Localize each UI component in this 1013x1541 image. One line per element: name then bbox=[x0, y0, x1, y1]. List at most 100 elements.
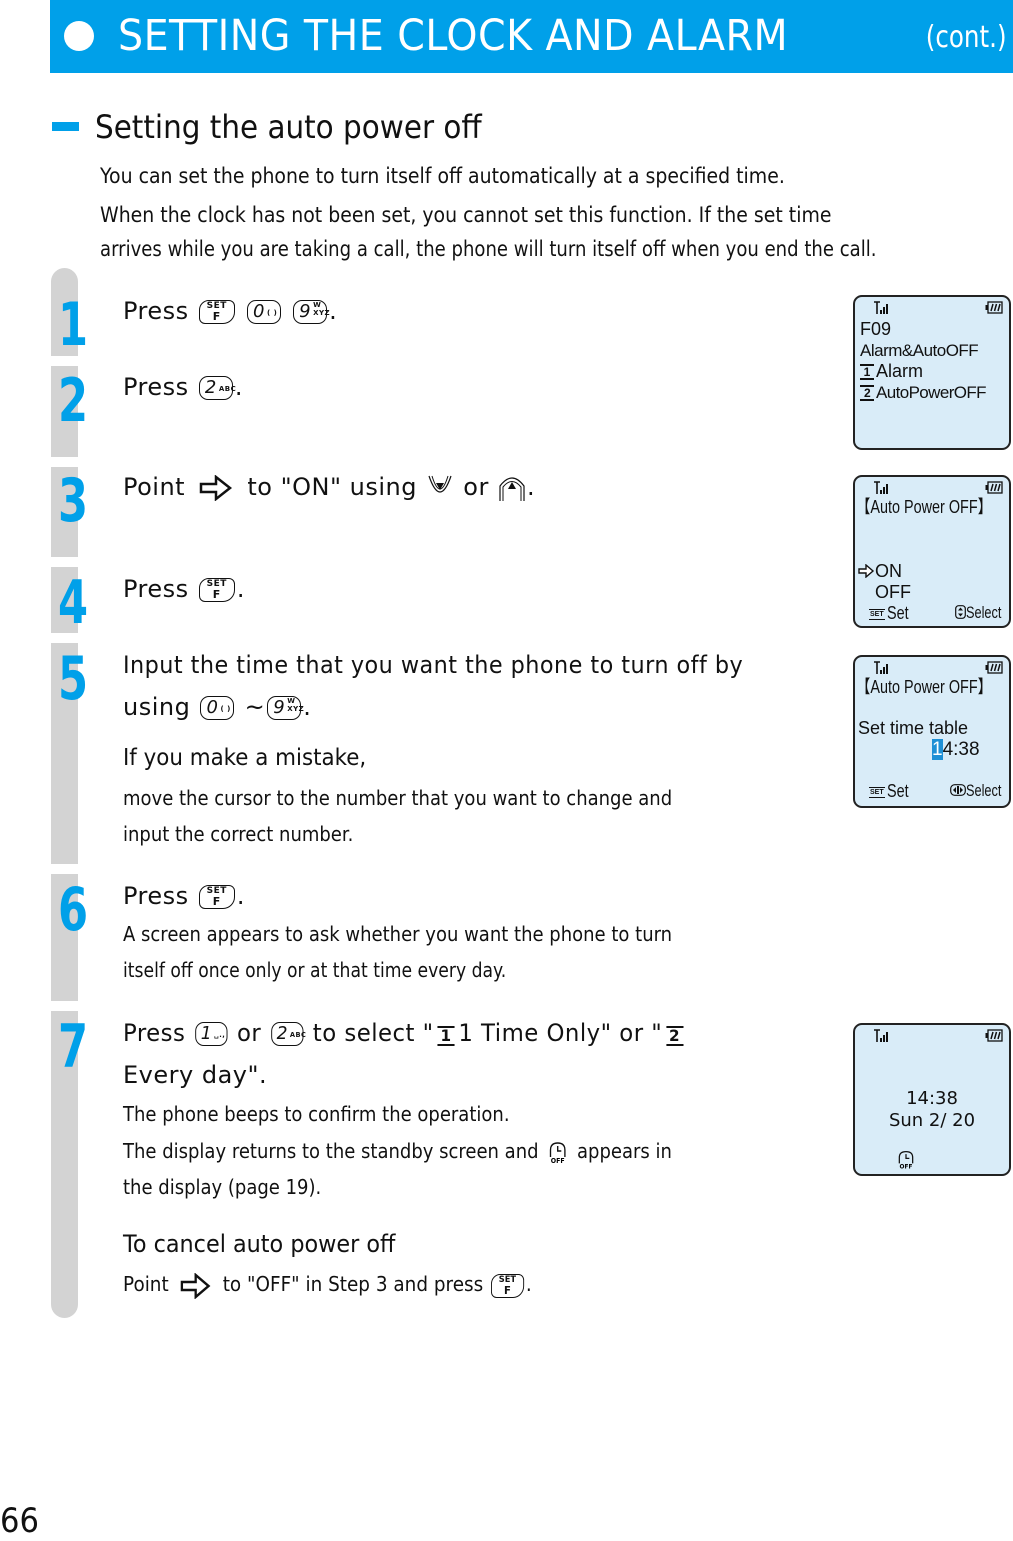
svg-text:OFF: OFF bbox=[551, 1156, 565, 1164]
softkey-set[interactable]: SET Set bbox=[869, 603, 914, 623]
option-on[interactable]: ON bbox=[858, 561, 902, 582]
page-number: 66 bbox=[0, 1501, 39, 1541]
key-label: ␣., bbox=[214, 1031, 226, 1039]
step-text: Point bbox=[123, 1272, 169, 1296]
step-text: Point bbox=[123, 473, 186, 501]
function-code: F09 bbox=[860, 319, 892, 339]
note-line: move the cursor to the number that you w… bbox=[123, 786, 673, 810]
step-3-instruction: Point to "ON" using or . bbox=[123, 472, 535, 502]
option-1-icon: 1 bbox=[860, 364, 874, 380]
page-title: SETTING THE CLOCK AND ALARM bbox=[118, 11, 789, 61]
step-text: Press bbox=[123, 1019, 186, 1047]
battery-icon bbox=[985, 1029, 1003, 1042]
step-number: 3 bbox=[58, 466, 89, 536]
intro-line: When the clock has not been set, you can… bbox=[100, 203, 832, 227]
step-text: . bbox=[329, 297, 338, 325]
step-text: using bbox=[123, 693, 191, 721]
left-right-icon bbox=[949, 784, 966, 796]
key-label: F bbox=[503, 1283, 511, 1297]
step-text: . bbox=[236, 882, 245, 910]
softkey-set[interactable]: SET Set bbox=[869, 781, 914, 801]
step-text: or bbox=[236, 1019, 262, 1047]
battery-icon bbox=[985, 481, 1003, 494]
section-title: Setting the auto power off bbox=[95, 108, 482, 146]
section-marker-icon bbox=[52, 122, 79, 131]
option-2-icon: 2 bbox=[860, 385, 874, 401]
softkey-label: Select bbox=[965, 781, 1002, 800]
key-label: ( ) bbox=[266, 309, 278, 317]
step-text: to select " bbox=[312, 1019, 434, 1047]
key-label: 1 bbox=[200, 1023, 213, 1044]
phone-display-on-off: 【Auto Power OFF】 ON OFF SET Set Select bbox=[853, 475, 1011, 628]
softkey-label: Set bbox=[886, 603, 909, 623]
detail-line: The phone beeps to confirm the operation… bbox=[123, 1102, 510, 1126]
detail-line: The display returns to the standby scree… bbox=[123, 1133, 672, 1169]
step-number: 1 bbox=[58, 290, 89, 360]
screen-title: 【Auto Power OFF】 bbox=[856, 497, 993, 517]
key-label: ( ) bbox=[220, 705, 231, 713]
detail-line: A screen appears to ask whether you want… bbox=[123, 922, 673, 946]
step-text: to "ON" using bbox=[247, 473, 417, 501]
key-0-icon: 0( ) bbox=[200, 696, 235, 720]
step-7-instruction-cont: Every day". bbox=[123, 1061, 268, 1089]
key-label: XYZ bbox=[287, 705, 305, 713]
menu-item-auto-power-off[interactable]: 2 AutoPowerOFF bbox=[860, 382, 987, 403]
set-key-icon: SET bbox=[869, 609, 885, 620]
battery-icon bbox=[985, 301, 1003, 314]
standby-date: Sun 2/ 20 bbox=[888, 1110, 976, 1131]
screen-title: 【Auto Power OFF】 bbox=[856, 677, 993, 697]
down-key-icon bbox=[428, 475, 452, 493]
set-key-icon: SET bbox=[869, 787, 885, 798]
set-key-icon: SET F bbox=[198, 300, 235, 324]
option-2-icon: 2 bbox=[666, 1026, 684, 1046]
signal-icon bbox=[874, 1029, 888, 1042]
key-label: F bbox=[212, 310, 221, 323]
step-text: . bbox=[526, 473, 536, 501]
phone-display-menu: F09 Alarm&AutoOFF 1 Alarm 2 AutoPowerOFF bbox=[853, 295, 1011, 450]
key-label: ABC bbox=[289, 1031, 307, 1039]
step-number: 5 bbox=[58, 644, 89, 714]
up-down-icon bbox=[954, 605, 966, 619]
set-time-label: Set time table bbox=[858, 718, 969, 738]
option-1-icon: 1 bbox=[437, 1026, 455, 1046]
step-text: Press bbox=[123, 882, 189, 910]
option-off[interactable]: OFF bbox=[875, 582, 911, 603]
cancel-instruction: Point to "OFF" in Step 3 and press SET F. bbox=[123, 1266, 532, 1302]
up-key-icon bbox=[499, 477, 525, 501]
detail-line: the display (page 19). bbox=[123, 1175, 322, 1199]
phone-display-time: 【Auto Power OFF】 Set time table 14:38 SE… bbox=[853, 655, 1011, 808]
key-label: 2 bbox=[204, 377, 217, 398]
signal-icon bbox=[874, 481, 888, 494]
set-key-icon: SET F bbox=[198, 578, 235, 602]
key-2-icon: 2 ABC bbox=[198, 376, 236, 400]
softkey-select[interactable]: Select bbox=[954, 603, 1003, 623]
pointer-arrow-icon bbox=[199, 475, 233, 501]
auto-power-off-icon: OFF bbox=[549, 1141, 566, 1165]
menu-item-alarm[interactable]: 1 Alarm bbox=[860, 361, 923, 382]
set-key-icon: SET F bbox=[490, 1273, 525, 1298]
step-text: ~ bbox=[244, 693, 266, 721]
cancel-title: To cancel auto power off bbox=[123, 1230, 396, 1258]
set-key-icon: SET F bbox=[198, 885, 235, 909]
step-text: The display returns to the standby scree… bbox=[123, 1139, 539, 1163]
step-5-instruction-cont: using 0( ) ~9 W XYZ. bbox=[123, 692, 311, 722]
page-header: SETTING THE CLOCK AND ALARM (cont.) bbox=[50, 0, 1013, 73]
step-text: or bbox=[463, 473, 489, 501]
key-label: W bbox=[313, 301, 322, 309]
step-number: 4 bbox=[58, 568, 89, 638]
detail-line: itself off once only or at that time eve… bbox=[123, 958, 507, 982]
softkey-label: Set bbox=[886, 781, 909, 801]
time-input[interactable]: 14:38 bbox=[932, 739, 980, 760]
key-label: 9 bbox=[273, 697, 286, 718]
svg-text:OFF: OFF bbox=[900, 1164, 913, 1170]
step-text: . bbox=[525, 1272, 532, 1296]
key-label: 9 bbox=[299, 301, 312, 322]
softkey-select[interactable]: Select bbox=[949, 781, 1003, 801]
step-text: appears in bbox=[576, 1139, 672, 1163]
key-label: XYZ bbox=[313, 309, 331, 317]
step-text: 1 Time Only" or " bbox=[458, 1019, 663, 1047]
step-text: . bbox=[236, 575, 245, 603]
key-label: 0 bbox=[206, 697, 219, 718]
intro-line: You can set the phone to turn itself off… bbox=[100, 164, 785, 188]
menu-item-label: Alarm bbox=[876, 361, 924, 381]
